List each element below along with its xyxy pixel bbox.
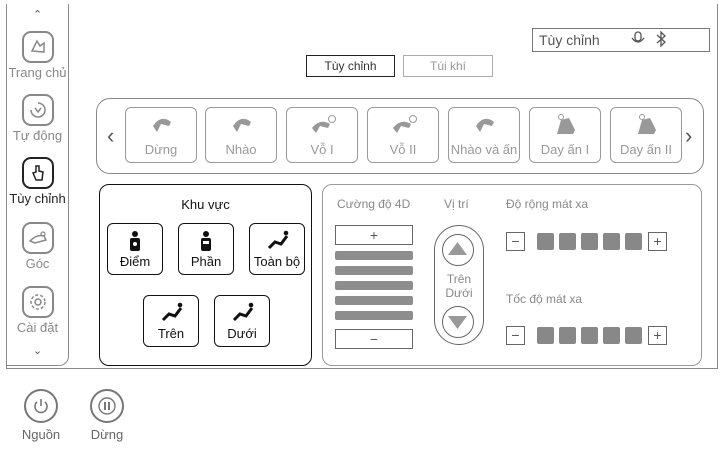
sidebar-item-custom[interactable]: Tùy chỉnh xyxy=(6,157,69,206)
sidebar-item-angle[interactable]: Góc xyxy=(6,222,69,271)
width-label: Độ rộng mát xa xyxy=(506,197,589,211)
triangle-down-icon xyxy=(448,316,467,329)
speed-level-segment xyxy=(603,327,620,344)
region-full-button[interactable]: Toàn bộ xyxy=(249,223,305,275)
width-level-segment xyxy=(559,233,576,250)
region-point-button[interactable]: Điểm xyxy=(107,223,163,275)
recline-angle-icon xyxy=(21,222,54,254)
width-plus-button[interactable]: + xyxy=(648,232,667,251)
intensity-plus-button[interactable]: + xyxy=(335,225,413,245)
intensity-label: Cường độ 4D xyxy=(337,197,411,211)
mode-shiatsu-1[interactable]: Day ấn I xyxy=(529,107,601,163)
region-upper-button[interactable]: Trên xyxy=(143,295,199,347)
width-level-segment xyxy=(625,233,642,250)
status-mode-text: Tùy chỉnh xyxy=(539,32,600,48)
speed-level-segment xyxy=(537,327,554,344)
position-up-button[interactable] xyxy=(442,234,474,266)
region-part-button[interactable]: Phần xyxy=(178,223,234,275)
intensity-level-bar xyxy=(335,266,413,275)
mode-shiatsu-2[interactable]: Day ấn II xyxy=(610,107,682,163)
scroll-down-icon[interactable]: ⌄ xyxy=(6,344,69,357)
speed-plus-button[interactable]: + xyxy=(648,326,667,345)
status-box: Tùy chỉnh xyxy=(532,28,710,52)
pause-icon xyxy=(90,389,124,423)
speed-minus-button[interactable]: − xyxy=(506,326,525,345)
tab-airbag[interactable]: Túi khí xyxy=(403,55,493,77)
triangle-up-icon xyxy=(448,242,467,255)
intensity-level-bar xyxy=(335,251,413,260)
control-panel: Cường độ 4D + − Vị trí Trên Dưới Độ rộng… xyxy=(322,184,702,366)
position-down-label: Dưới xyxy=(445,286,473,300)
mode-stop[interactable]: Dừng xyxy=(125,107,197,163)
position-label: Vị trí xyxy=(444,197,469,211)
sidebar-item-settings[interactable]: Cài đặt xyxy=(6,286,69,335)
gear-icon xyxy=(21,286,54,318)
recline-body-icon xyxy=(232,302,254,322)
body-point-icon xyxy=(130,231,140,251)
intensity-level-bar xyxy=(335,296,413,305)
sidebar-item-auto[interactable]: Tự động xyxy=(6,94,69,143)
region-panel: Khu vực Điểm Phần Toàn bộ Trên Dưới xyxy=(99,184,312,366)
speed-level-segment xyxy=(625,327,642,344)
power-button[interactable]: Nguồn xyxy=(18,389,64,442)
speed-level-segment xyxy=(581,327,598,344)
region-lower-button[interactable]: Dưới xyxy=(214,295,270,347)
mode-next-arrow[interactable]: › xyxy=(685,123,692,149)
width-level-segment xyxy=(581,233,598,250)
position-down-button[interactable] xyxy=(442,306,474,338)
intensity-level-bar xyxy=(335,281,413,290)
speed-label: Tốc độ mát xa xyxy=(506,292,583,306)
width-minus-button[interactable]: − xyxy=(506,232,525,251)
position-up-label: Trên xyxy=(446,272,472,286)
width-level-segment xyxy=(537,233,554,250)
recline-body-icon xyxy=(267,230,289,250)
position-control: Trên Dưới xyxy=(434,225,484,345)
hand-home-icon xyxy=(21,31,54,63)
mode-tap-2[interactable]: Vỗ II xyxy=(367,107,439,163)
body-part-icon xyxy=(201,231,211,251)
intensity-minus-button[interactable]: − xyxy=(335,329,413,349)
sidebar-item-label: Cài đặt xyxy=(16,320,59,335)
sidebar-item-label: Trang chủ xyxy=(8,65,67,80)
auto-cycle-icon xyxy=(21,94,54,126)
sidebar-item-home[interactable]: Trang chủ xyxy=(6,31,69,80)
pause-label: Dừng xyxy=(90,427,124,442)
width-level-segment xyxy=(603,233,620,250)
sidebar-item-label: Góc xyxy=(25,256,50,271)
mode-tap-1[interactable]: Vỗ I xyxy=(286,107,358,163)
mode-prev-arrow[interactable]: ‹ xyxy=(107,123,114,149)
power-label: Nguồn xyxy=(21,427,61,442)
intensity-level-bar xyxy=(335,311,413,320)
scroll-up-icon[interactable]: ⌃ xyxy=(6,8,69,21)
mode-knead-press[interactable]: Nhào và ấn xyxy=(448,107,520,163)
power-icon xyxy=(24,389,58,423)
sidebar: ⌃ Trang chủ Tự động Tùy chỉnh Góc Cài đặ… xyxy=(6,4,69,366)
mode-strip: ‹ Dừng Nhào Vỗ I Vỗ II Nhào và ấn Day ấn… xyxy=(96,98,704,174)
bluetooth-icon xyxy=(655,30,667,50)
speed-level-segment xyxy=(559,327,576,344)
mic-icon xyxy=(629,31,647,50)
region-title: Khu vực xyxy=(181,197,230,212)
mode-knead[interactable]: Nhào xyxy=(205,107,277,163)
sidebar-item-label: Tự động xyxy=(12,128,63,143)
sidebar-item-label: Tùy chỉnh xyxy=(9,191,66,206)
pause-button[interactable]: Dừng xyxy=(84,389,130,442)
tab-custom[interactable]: Tùy chỉnh xyxy=(306,55,395,77)
hand-touch-icon xyxy=(21,157,54,189)
recline-body-icon xyxy=(161,302,183,322)
